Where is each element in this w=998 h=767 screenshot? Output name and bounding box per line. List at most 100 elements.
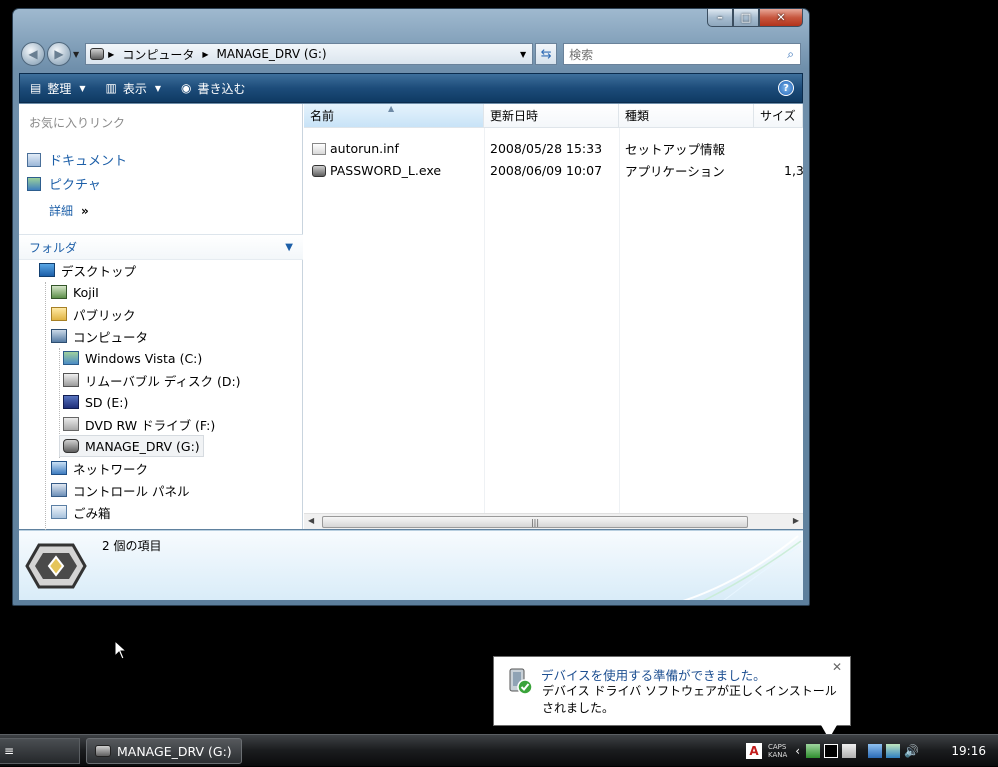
more-links[interactable]: 詳細 »: [49, 202, 89, 219]
scroll-right-icon[interactable]: ▶: [793, 516, 799, 525]
scrollbar-thumb[interactable]: |||: [322, 516, 748, 528]
breadcrumb-computer[interactable]: コンピュータ: [122, 46, 194, 63]
pictures-icon: [27, 176, 41, 191]
folders-title: フォルダ: [29, 240, 78, 255]
search-input[interactable]: 検索 ⌕: [563, 43, 801, 65]
tree-item-g-drive[interactable]: MANAGE_DRV (G:): [59, 435, 204, 457]
favorite-documents[interactable]: ドキュメント: [27, 150, 127, 169]
balloon-title: デバイスを使用する準備ができました。: [541, 668, 766, 683]
view-button[interactable]: ▥ 表示 ▼: [96, 74, 172, 102]
network-disconnected-icon[interactable]: [842, 744, 857, 758]
system-tray: A CAPS KANA ‹ 🔊 19:16: [740, 735, 998, 767]
burn-label: 書き込む: [197, 81, 246, 96]
search-icon[interactable]: ⌕: [787, 47, 794, 62]
refresh-button[interactable]: ⇆: [535, 43, 558, 65]
file-row[interactable]: autorun.inf 2008/05/28 15:33 セットアップ情報: [304, 137, 803, 159]
help-button[interactable]: ?: [778, 80, 794, 96]
manage-drive-icon: [95, 745, 111, 757]
column-header-label: 名前: [310, 109, 335, 123]
taskbar-overflow-icon: ≡: [4, 744, 15, 758]
column-header-label: 種類: [625, 109, 650, 123]
ime-pad-icon[interactable]: [824, 744, 839, 758]
column-header-date[interactable]: 更新日時: [484, 104, 619, 128]
manage-drive-large-icon: [25, 543, 87, 589]
file-date: 2008/06/09 10:07: [490, 162, 603, 178]
taskbar-overflow-button[interactable]: ≡: [0, 738, 80, 764]
column-header-type[interactable]: 種類: [619, 104, 754, 128]
maximize-button[interactable]: □: [733, 9, 759, 27]
file-row[interactable]: PASSWORD_L.exe 2008/06/09 10:07 アプリケーション…: [304, 159, 804, 181]
acrobat-icon[interactable]: A: [746, 743, 762, 759]
show-hidden-icons-icon[interactable]: ‹: [795, 744, 800, 758]
address-bar-row: ◀ ▶ ▼ ▶ コンピュータ ▶ MANAGE_DRV (G:) ▼ ⇆ 検索 …: [21, 39, 801, 69]
address-bar[interactable]: ▶ コンピュータ ▶ MANAGE_DRV (G:) ▼: [85, 43, 534, 65]
recent-pages-dropdown-icon[interactable]: ▼: [73, 50, 79, 59]
tree-item-e-drive[interactable]: SD (E:): [63, 391, 128, 413]
favorite-documents-label: ドキュメント: [49, 154, 128, 169]
back-button[interactable]: ◀: [21, 42, 45, 66]
navigation-pane: お気に入りリンク ドキュメント ピクチャ 詳細 » フォルダ ▼ デスクトップ …: [19, 104, 303, 546]
balloon-close-icon[interactable]: ✕: [832, 660, 842, 674]
address-dropdown-icon[interactable]: ▼: [520, 50, 526, 59]
organize-button[interactable]: ▤ 整理 ▼: [20, 74, 96, 102]
tree-item-public[interactable]: パブリック: [51, 303, 136, 325]
forward-button[interactable]: ▶: [47, 42, 71, 66]
tree-item-desktop[interactable]: デスクトップ: [39, 259, 136, 281]
manage-drive-icon: [63, 439, 79, 453]
tree-item-label: KojiI: [73, 284, 99, 300]
dvd-drive-icon: [63, 417, 79, 431]
tree-item-d-drive[interactable]: リムーバブル ディスク (D:): [63, 369, 241, 391]
notification-balloon[interactable]: デバイスを使用する準備ができました。 デバイス ドライバ ソフトウェアが正しくイ…: [493, 656, 851, 739]
column-divider: [484, 128, 485, 518]
decorative-swoosh: [682, 535, 802, 600]
column-divider: [619, 128, 620, 518]
tree-item-network[interactable]: ネットワーク: [51, 457, 148, 479]
folders-header[interactable]: フォルダ ▼: [19, 234, 303, 260]
breadcrumb-separator-icon[interactable]: ▶: [108, 50, 114, 59]
grip-icon: |||: [530, 517, 540, 527]
breadcrumb-separator-icon[interactable]: ▶: [202, 50, 208, 59]
desktop: – □ ✕ ◀ ▶ ▼ ▶ コンピュータ ▶ MANAGE_DRV (G:) ▼…: [0, 0, 998, 766]
file-size: 1,3: [784, 162, 804, 178]
tree-item-computer[interactable]: コンピュータ: [51, 325, 148, 347]
ime-status[interactable]: CAPS KANA: [768, 743, 787, 759]
taskbar-button-label: MANAGE_DRV (G:): [117, 743, 232, 759]
scroll-left-icon[interactable]: ◀: [308, 516, 314, 525]
tree-item-control-panel[interactable]: コントロール パネル: [51, 479, 189, 501]
view-icon: ▥: [105, 81, 117, 95]
tree-item-label: Windows Vista (C:): [85, 350, 203, 366]
view-label: 表示: [122, 81, 147, 96]
breadcrumb-drive[interactable]: MANAGE_DRV (G:): [216, 47, 326, 61]
tree-item-label: SD (E:): [85, 394, 129, 410]
volume-icon[interactable]: 🔊: [904, 744, 919, 758]
search-placeholder: 検索: [569, 47, 594, 62]
horizontal-scrollbar[interactable]: ◀ ||| ▶: [304, 513, 803, 529]
tree-item-recycle-bin[interactable]: ごみ箱: [51, 501, 111, 523]
tree-item-user[interactable]: KojiI: [51, 281, 99, 303]
file-name: autorun.inf: [330, 140, 399, 156]
chevron-down-icon: ▼: [79, 83, 86, 93]
clock[interactable]: 19:16: [951, 744, 986, 758]
double-chevron-icon: »: [81, 203, 89, 218]
close-icon: ✕: [776, 11, 786, 24]
windows-defender-icon[interactable]: [886, 744, 901, 758]
organize-label: 整理: [47, 81, 72, 96]
caps-label: CAPS: [768, 743, 787, 751]
tree-item-label: コントロール パネル: [73, 483, 190, 499]
item-count: 2 個の項目: [102, 539, 162, 553]
favorite-pictures-label: ピクチャ: [49, 178, 101, 193]
favorite-pictures[interactable]: ピクチャ: [27, 174, 101, 193]
documents-icon: [27, 152, 41, 167]
minimize-button[interactable]: –: [707, 9, 733, 27]
burn-button[interactable]: ◉ 書き込む: [171, 74, 256, 102]
tree-item-f-drive[interactable]: DVD RW ドライブ (F:): [63, 413, 215, 435]
close-button[interactable]: ✕: [759, 9, 803, 27]
safely-remove-hardware-icon[interactable]: [806, 744, 821, 758]
taskbar-button-explorer[interactable]: MANAGE_DRV (G:): [86, 738, 242, 764]
file-date: 2008/05/28 15:33: [490, 140, 603, 156]
column-header-size[interactable]: サイズ: [754, 104, 803, 128]
drive-icon: [90, 48, 105, 60]
kana-label: KANA: [768, 751, 788, 759]
tree-item-c-drive[interactable]: Windows Vista (C:): [63, 347, 202, 369]
network-icon[interactable]: [868, 744, 883, 758]
